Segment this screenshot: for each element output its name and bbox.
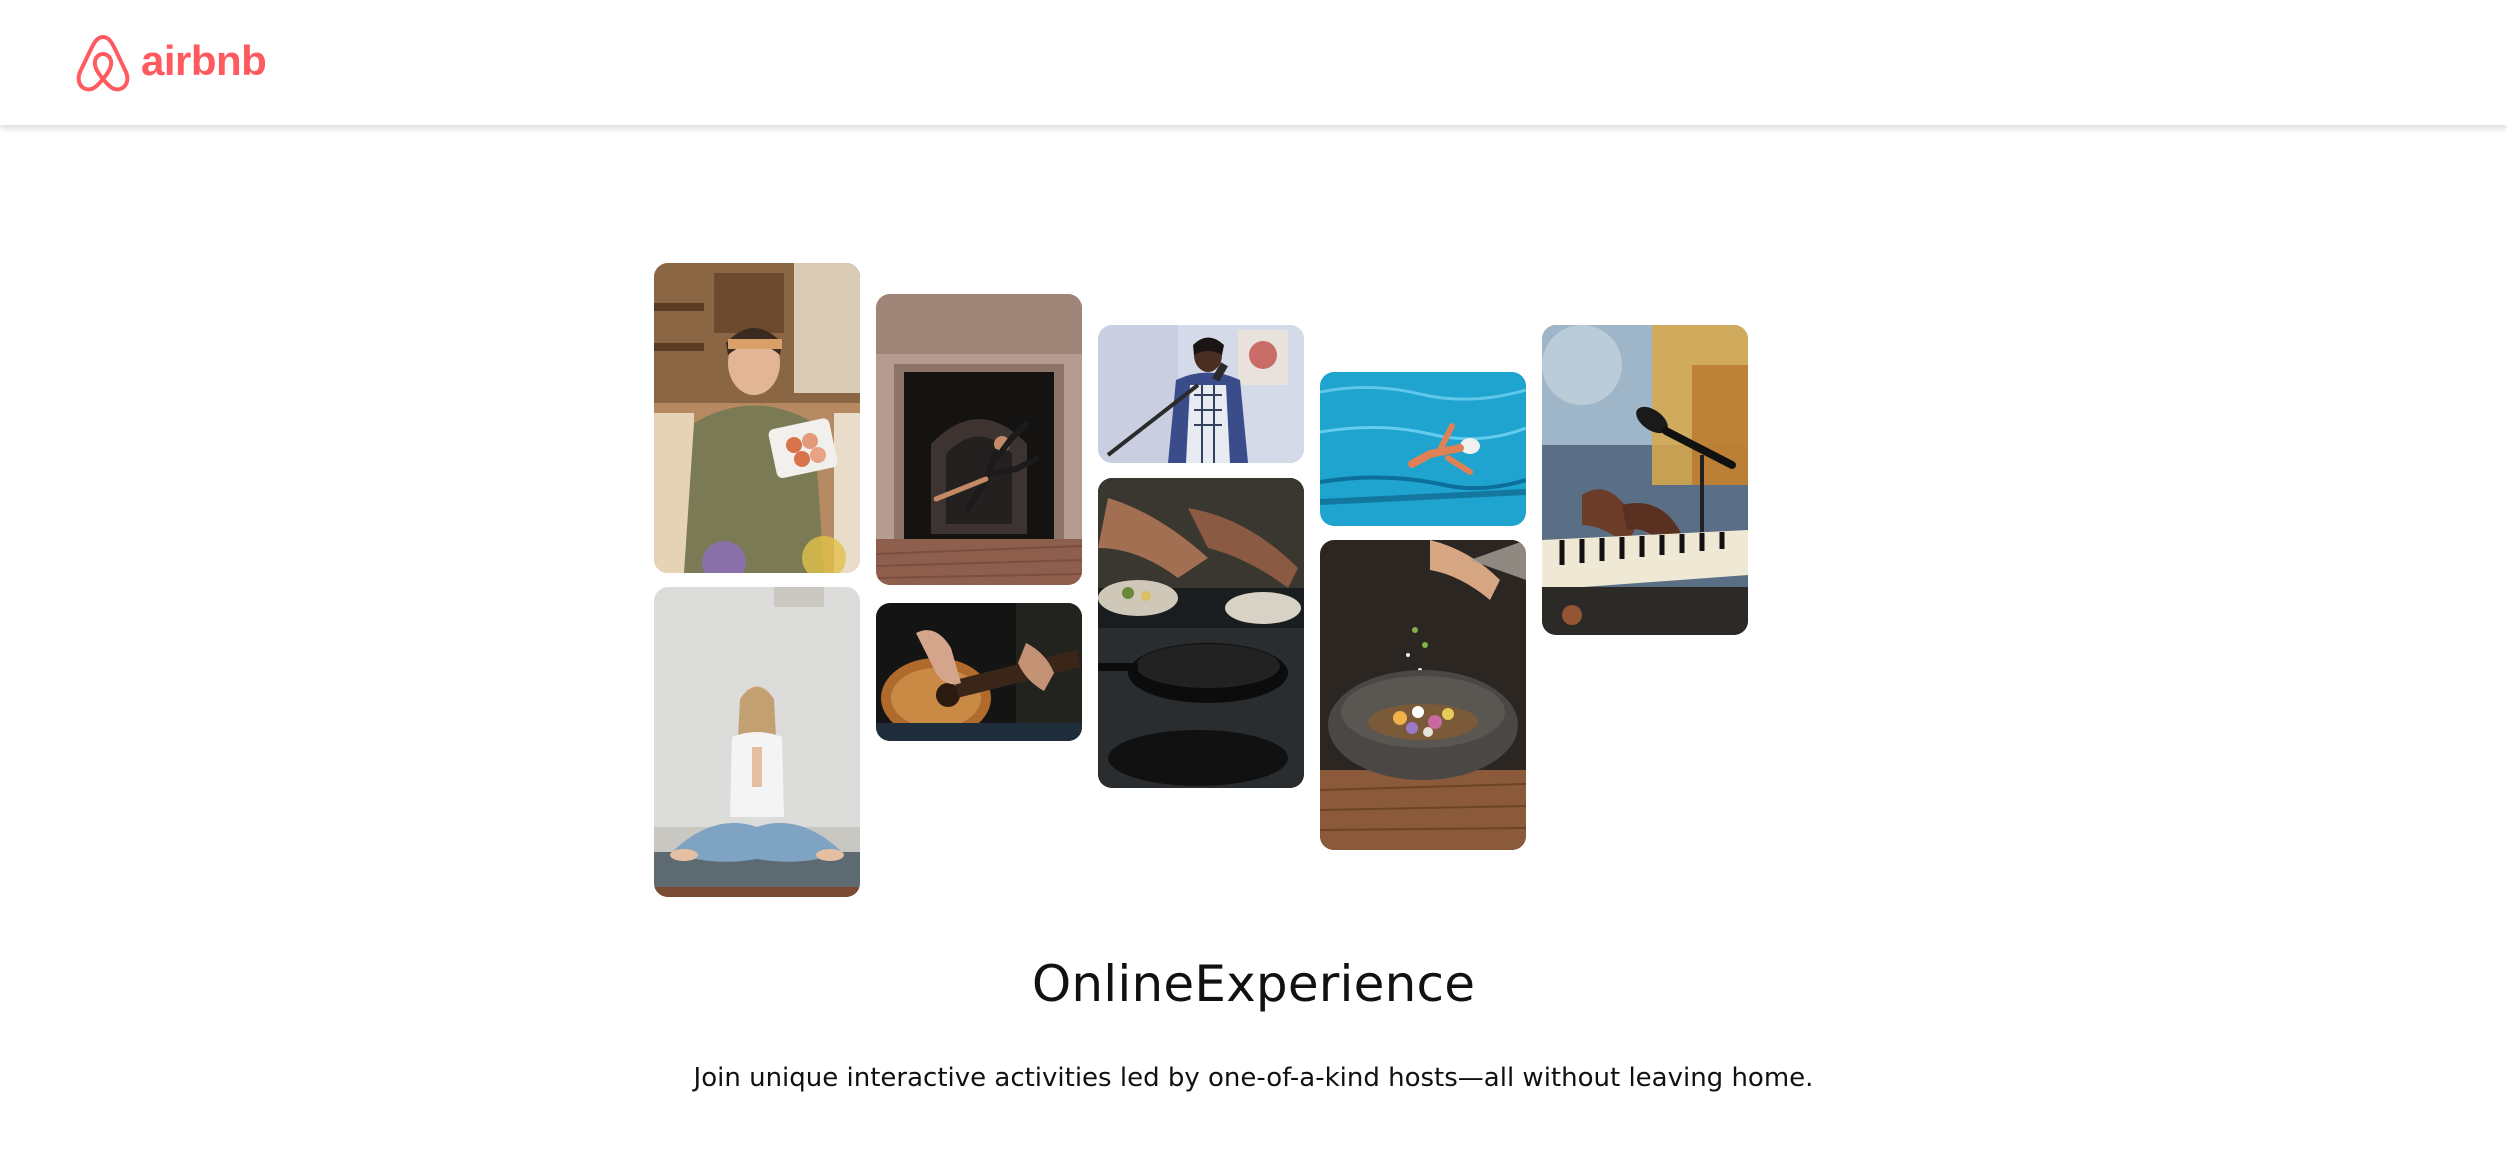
photo-guitar: [876, 603, 1082, 741]
photo-yoga: [654, 587, 860, 897]
photo-dancer: [876, 294, 1082, 585]
photo-piano: [1542, 325, 1748, 635]
airbnb-logo[interactable]: airbnb: [75, 31, 267, 95]
photo-food: [1320, 540, 1526, 850]
airbnb-belo-icon: [75, 31, 131, 95]
photo-baker: [654, 263, 860, 573]
logo-wordmark: airbnb: [141, 36, 267, 84]
photo-cooking: [1098, 478, 1304, 788]
page-title: OnlineExperience: [1031, 955, 1476, 1013]
photo-singer: [1098, 325, 1304, 463]
page-subtitle: Join unique interactive activities led b…: [693, 1063, 1814, 1093]
navbar: airbnb: [0, 0, 2507, 125]
photo-swim: [1320, 372, 1526, 526]
